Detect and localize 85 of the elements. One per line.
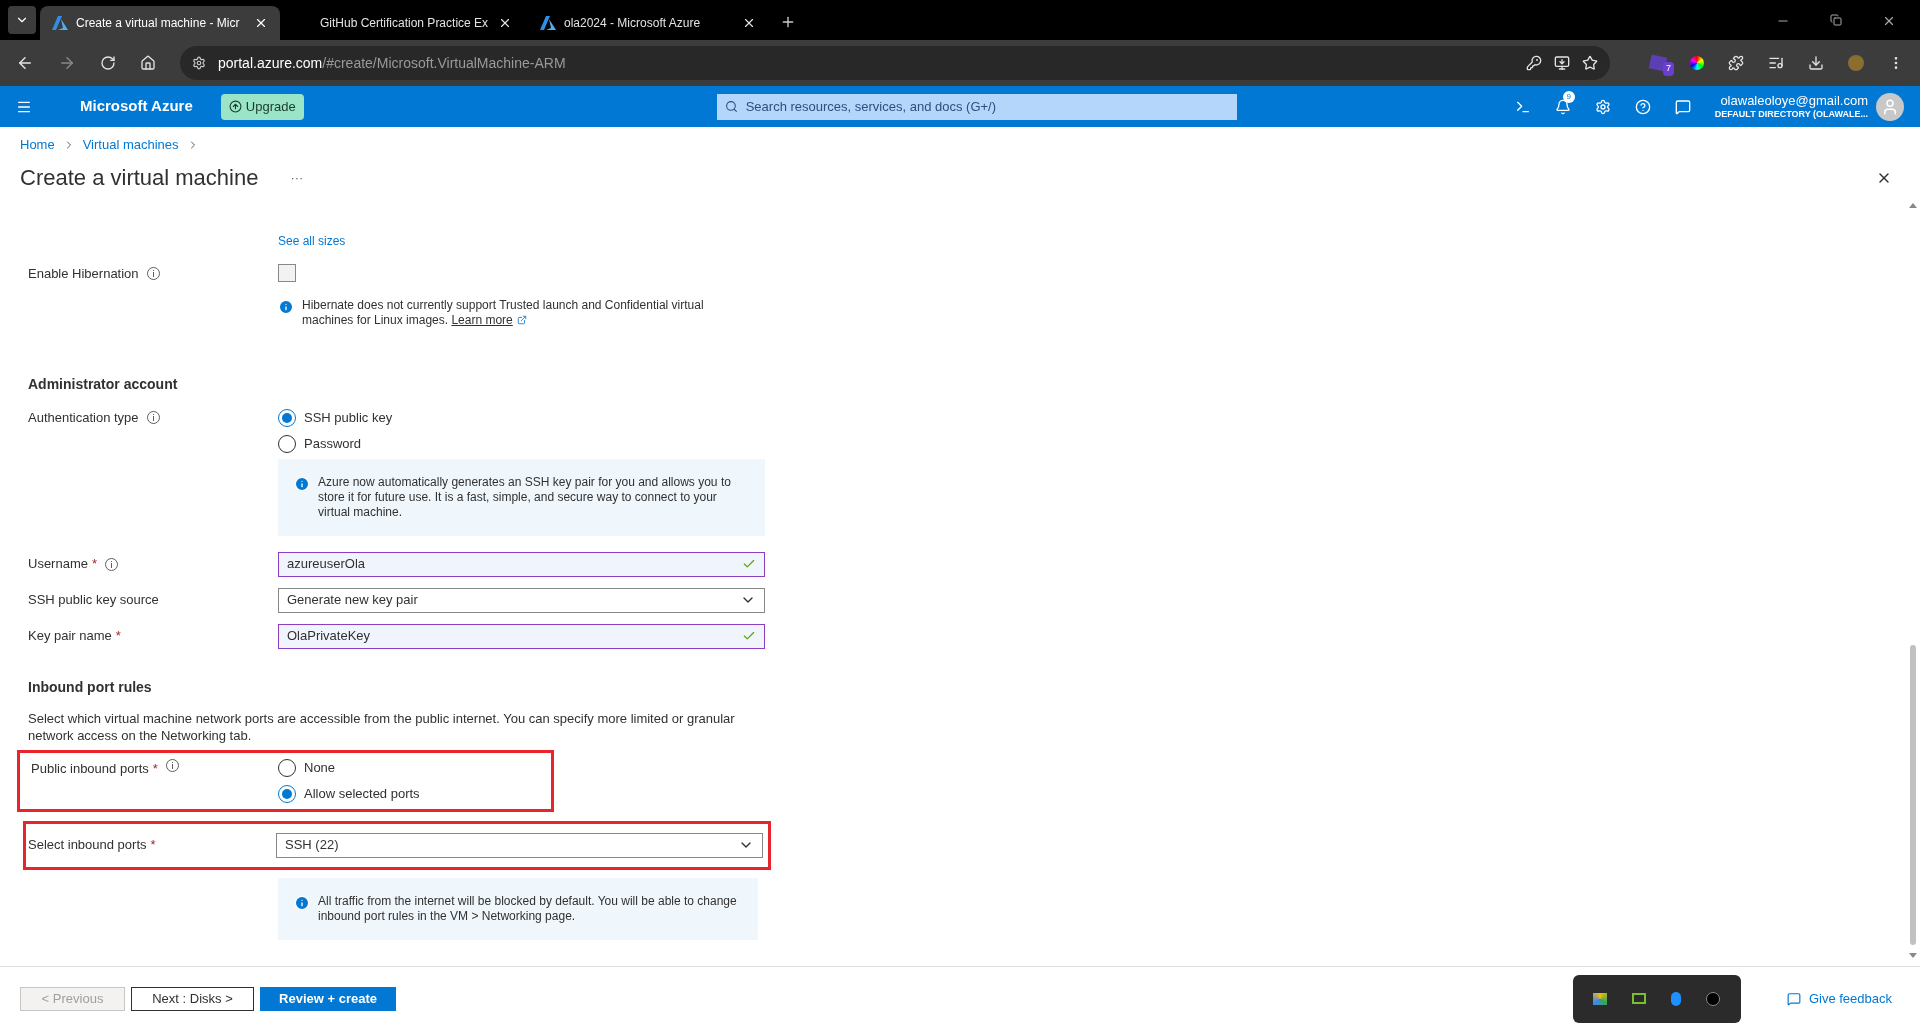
- address-bar[interactable]: portal.azure.com/#create/Microsoft.VirtualMachine-ARM: [180, 46, 1610, 80]
- notification-count: 9: [1562, 90, 1575, 103]
- azure-logo-icon: [52, 16, 68, 30]
- help-icon[interactable]: [1634, 98, 1651, 115]
- upgrade-button[interactable]: Upgrade: [220, 93, 304, 120]
- notification-icon[interactable]: [1554, 98, 1571, 115]
- scroll-up-icon[interactable]: [1909, 202, 1917, 208]
- section-heading: Inbound port rules: [28, 677, 153, 697]
- see-all-sizes-link[interactable]: See all sizes: [278, 235, 1906, 250]
- search-field[interactable]: Search resources, services, and docs (G+/): [716, 93, 1237, 120]
- learn-more-link[interactable]: Learn more: [451, 312, 513, 327]
- close-icon[interactable]: [742, 16, 756, 30]
- text-field[interactable]: azureuserOla: [278, 551, 765, 577]
- new-tab-icon[interactable]: [780, 14, 796, 30]
- hibernation-checkbox[interactable]: [278, 263, 296, 282]
- info-message: Azure now automatically generates an SSH key pair for you and allows you to store it for future use. It is a fast, simple, and secure way to connect to your virtual machine.: [318, 474, 732, 520]
- external-link-icon: [516, 315, 527, 326]
- section-description: Select which virtual machine network ports are accessible from the public internet. You can specify more limited or granular network access on the Networking tab.: [28, 709, 736, 744]
- field-label: Select inbound ports: [28, 836, 147, 855]
- more-options[interactable]: ···: [290, 167, 304, 188]
- info-message: All traffic from the internet will be blocked by default. You will be able to change inbound port rules in the VM > Networking page.: [318, 893, 738, 924]
- close-icon[interactable]: [254, 16, 268, 30]
- required-asterisk: *: [91, 555, 98, 574]
- info-message: Hibernate does not currently support Trusted launch and Confidential virtual machines for Linux images. Learn more: [302, 297, 705, 328]
- brand-name[interactable]: Microsoft Azure: [80, 95, 193, 118]
- page-title: Create a virtual machine: [20, 164, 259, 192]
- radio-label: Password: [304, 434, 362, 453]
- breadcrumb-link[interactable]: Home: [20, 135, 55, 155]
- feedback-icon: [1786, 991, 1801, 1006]
- required-asterisk: *: [150, 836, 156, 855]
- review-create-button[interactable]: Review + create: [260, 986, 396, 1011]
- tab-title: Create a virtual machine - Micr: [76, 15, 241, 32]
- breadcrumb-link[interactable]: Virtual machines: [82, 135, 179, 155]
- key-icon[interactable]: [1526, 55, 1542, 71]
- field-label: Authentication type: [28, 408, 139, 427]
- tab-list-button[interactable]: [8, 6, 36, 34]
- install-icon[interactable]: [1554, 55, 1570, 71]
- next-button[interactable]: Next : Disks >: [131, 986, 254, 1011]
- dropdown[interactable]: SSH (22): [276, 832, 763, 858]
- feedback-icon[interactable]: [1674, 98, 1691, 115]
- color-wheel-icon[interactable]: [1690, 56, 1704, 70]
- browser-tab[interactable]: Create a virtual machine - Micr: [40, 6, 280, 40]
- app-icon[interactable]: [1706, 991, 1721, 1006]
- settings-icon[interactable]: [1594, 98, 1611, 115]
- radio-label: None: [304, 758, 336, 777]
- download-icon[interactable]: [1808, 55, 1824, 71]
- field-label: Username: [28, 555, 88, 574]
- back-icon[interactable]: [16, 54, 34, 72]
- search-icon: [724, 100, 738, 113]
- field-label: Key pair name: [28, 627, 112, 646]
- media-icon[interactable]: [1768, 55, 1784, 71]
- required-asterisk: *: [115, 627, 121, 646]
- give-feedback-link[interactable]: Give feedback: [1786, 988, 1892, 1009]
- forward-icon[interactable]: [58, 54, 76, 72]
- info-icon: [294, 475, 310, 492]
- azure-logo-icon: [540, 16, 556, 30]
- field-label: Enable Hibernation: [28, 264, 139, 283]
- close-window-icon[interactable]: [1882, 14, 1896, 28]
- extensions-icon[interactable]: [1728, 55, 1744, 71]
- restore-icon[interactable]: [1830, 14, 1842, 26]
- info-icon: [294, 894, 310, 911]
- scroll-down-icon[interactable]: [1909, 953, 1917, 958]
- radio-label: Allow selected ports: [304, 784, 420, 803]
- text-field[interactable]: OlaPrivateKey: [278, 623, 765, 649]
- check-icon: [742, 557, 756, 571]
- radio-label: SSH public key: [304, 408, 393, 427]
- bookmark-star-icon[interactable]: [1582, 55, 1598, 71]
- home-icon[interactable]: [140, 55, 156, 71]
- account-email[interactable]: olawaleoloye@gmail.com: [1720, 92, 1868, 109]
- dropdown[interactable]: Generate new key pair: [278, 587, 765, 613]
- info-icon: [278, 298, 294, 315]
- avatar-icon[interactable]: [1876, 92, 1904, 121]
- site-settings-icon[interactable]: [192, 56, 206, 70]
- section-heading: Administrator account: [28, 374, 179, 394]
- reload-icon[interactable]: [100, 55, 116, 71]
- tab-title: GitHub Certification Practice Ex: [320, 15, 490, 32]
- field-label: SSH public key source: [28, 591, 159, 610]
- account-directory: DEFAULT DIRECTORY (OLAWALE...: [1714, 109, 1868, 121]
- tab-title: ola2024 - Microsoft Azure: [564, 15, 702, 32]
- check-icon: [742, 629, 756, 643]
- search-placeholder: Search resources, services, and docs (G+/): [745, 97, 997, 116]
- close-icon[interactable]: [498, 16, 512, 30]
- field-label: Public inbound ports: [31, 759, 149, 778]
- required-asterisk: *: [152, 759, 158, 778]
- url-text: portal.azure.com/#create/Microsoft.VirtualMachine-ARM: [218, 53, 566, 73]
